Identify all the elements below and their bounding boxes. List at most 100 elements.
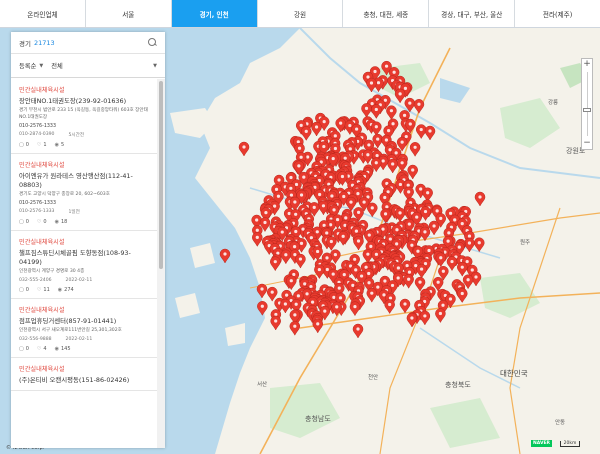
facility-marker[interactable]	[474, 237, 485, 253]
facility-marker[interactable]	[252, 232, 263, 247]
facility-marker[interactable]	[270, 315, 281, 331]
facility-marker[interactable]	[361, 103, 372, 118]
listing-meta: 032-555-2406 2022-02-11	[19, 278, 149, 283]
facility-marker[interactable]	[366, 288, 378, 303]
listing-name[interactable]: 장안태NO.1태권도장(239-92-01636)	[19, 97, 149, 106]
zoom-out-button[interactable]: −	[582, 138, 592, 149]
heart-icon[interactable]: ♡	[37, 219, 41, 225]
facility-marker[interactable]	[366, 77, 377, 93]
facility-marker[interactable]	[474, 191, 486, 207]
listing-stats: ▢ 0 ♡ 0 ◉ 18	[19, 219, 149, 225]
facility-marker[interactable]	[419, 310, 431, 326]
tab-jeolla[interactable]: 전라(제주)	[515, 0, 600, 27]
tab-online[interactable]: 온라인업체	[0, 0, 86, 27]
facility-marker[interactable]	[238, 141, 250, 157]
listing-name[interactable]: 점프업휴딩거센터(857-91-01441)	[19, 317, 149, 326]
facility-marker[interactable]	[406, 312, 418, 328]
facility-marker[interactable]	[420, 206, 431, 222]
facility-marker[interactable]	[337, 231, 349, 246]
listing-meta: 010-2874-0390 5시간전	[19, 132, 149, 138]
listing-name[interactable]: (주)온티비 오캔시평동(151-86-02426)	[19, 376, 149, 385]
zoom-control[interactable]: + −	[581, 58, 593, 150]
listing-extra-left: 010-2576-1333	[19, 209, 55, 214]
facility-marker[interactable]	[457, 261, 468, 277]
panel-header: 경기 21713	[11, 32, 165, 54]
sort-select[interactable]: 등록순 ▼	[19, 61, 43, 71]
facility-marker[interactable]	[413, 99, 425, 114]
tab-gyeonggi-incheon[interactable]: 경기, 인천	[171, 0, 258, 27]
facility-marker[interactable]	[428, 220, 440, 236]
category-select[interactable]: 전체 ▼	[51, 61, 157, 71]
eye-icon: ◉	[54, 142, 59, 148]
facility-marker[interactable]	[362, 249, 374, 264]
listing-stats: ▢ 0 ♡ 1 ◉ 5	[19, 142, 149, 148]
facility-marker[interactable]	[399, 298, 411, 314]
facility-marker[interactable]	[419, 226, 431, 242]
view-count: 274	[64, 287, 74, 293]
heart-icon[interactable]: ♡	[37, 287, 41, 293]
facility-marker[interactable]	[407, 164, 418, 180]
region-tabs: 온라인업체 서울 경기, 인천 강원 충청, 대전, 세종 경상, 대구, 부산…	[0, 0, 600, 28]
facility-marker[interactable]	[404, 97, 416, 113]
list-item[interactable]: 민간실내체육시설 점프업휴딩거센터(857-91-01441) 인천광역시 서구…	[11, 299, 157, 358]
facility-marker[interactable]	[446, 256, 458, 272]
facility-marker[interactable]	[372, 133, 383, 149]
facility-marker[interactable]	[256, 283, 268, 299]
facility-marker[interactable]	[415, 124, 427, 140]
listing-name[interactable]: 챌프짐스튜딘시체골핌 도향동점(108-93-04199)	[19, 249, 149, 267]
list-item[interactable]: 민간실내체육시설 아이엔유가 원라테스 영산행산점(112-41-08803) …	[11, 154, 157, 231]
facility-marker[interactable]	[312, 318, 323, 334]
tab-gangwon[interactable]: 강원	[257, 0, 344, 27]
heart-icon[interactable]: ♡	[37, 142, 41, 148]
facility-marker[interactable]	[396, 157, 408, 173]
facility-marker[interactable]	[416, 263, 427, 279]
facility-marker[interactable]	[349, 301, 361, 317]
list-item[interactable]: 민간실내체육시설 챌프짐스튜딘시체골핌 도향동점(108-93-04199) 인…	[11, 231, 157, 299]
facility-marker[interactable]	[414, 276, 426, 292]
facility-marker[interactable]	[257, 301, 268, 316]
comment-icon: ▢	[19, 142, 24, 148]
search-icon[interactable]	[148, 38, 157, 47]
facility-marker[interactable]	[424, 125, 436, 141]
listing-name[interactable]: 아이엔유가 원라테스 영산행산점(112-41-08803)	[19, 172, 149, 190]
facility-marker[interactable]	[384, 299, 395, 315]
facility-marker[interactable]	[289, 321, 301, 336]
facility-marker[interactable]	[219, 248, 231, 264]
tab-seoul[interactable]: 서울	[85, 0, 172, 27]
facility-marker[interactable]	[286, 275, 297, 291]
facility-marker[interactable]	[326, 236, 337, 252]
facility-marker[interactable]	[435, 252, 447, 268]
tab-gyeongsang[interactable]: 경상, 대구, 부산, 울산	[429, 0, 516, 27]
facility-marker[interactable]	[280, 249, 292, 265]
heart-icon[interactable]: ♡	[37, 346, 41, 352]
facility-marker[interactable]	[380, 208, 391, 224]
facility-marker[interactable]	[387, 158, 398, 174]
list-scrollbar[interactable]	[157, 79, 165, 448]
facility-marker[interactable]	[435, 308, 446, 324]
facility-marker[interactable]	[386, 105, 397, 121]
facility-marker[interactable]	[371, 121, 382, 137]
facility-marker[interactable]	[301, 126, 312, 141]
zoom-in-button[interactable]: +	[582, 59, 592, 70]
zoom-track[interactable]	[587, 72, 588, 136]
listing-list[interactable]: 민간실내체육시설 장안태NO.1태권도장(239-92-01636) 경기 부천…	[11, 79, 157, 448]
facility-marker[interactable]	[371, 104, 382, 120]
list-item[interactable]: 민간실내체육시설 (주)온티비 오캔시평동(151-86-02426)	[11, 358, 157, 391]
facility-marker[interactable]	[394, 88, 406, 104]
facility-marker[interactable]	[295, 253, 306, 269]
scrollbar-thumb[interactable]	[159, 81, 163, 269]
facility-marker[interactable]	[311, 121, 322, 137]
zoom-slider-handle[interactable]	[583, 108, 591, 112]
facility-marker[interactable]	[270, 256, 281, 272]
facility-marker[interactable]	[409, 142, 421, 157]
facility-marker[interactable]	[280, 298, 291, 314]
list-item[interactable]: 민간실내체육시설 장안태NO.1태권도장(239-92-01636) 경기 부천…	[11, 79, 157, 154]
tab-chungcheong[interactable]: 충청, 대전, 세종	[343, 0, 430, 27]
facility-marker[interactable]	[456, 288, 468, 304]
facility-marker[interactable]	[403, 274, 414, 289]
facility-marker[interactable]	[352, 323, 364, 339]
facility-marker[interactable]	[367, 202, 378, 218]
facility-marker[interactable]	[353, 235, 364, 251]
facility-marker[interactable]	[266, 286, 278, 302]
sort-select-label: 등록순	[19, 63, 37, 70]
